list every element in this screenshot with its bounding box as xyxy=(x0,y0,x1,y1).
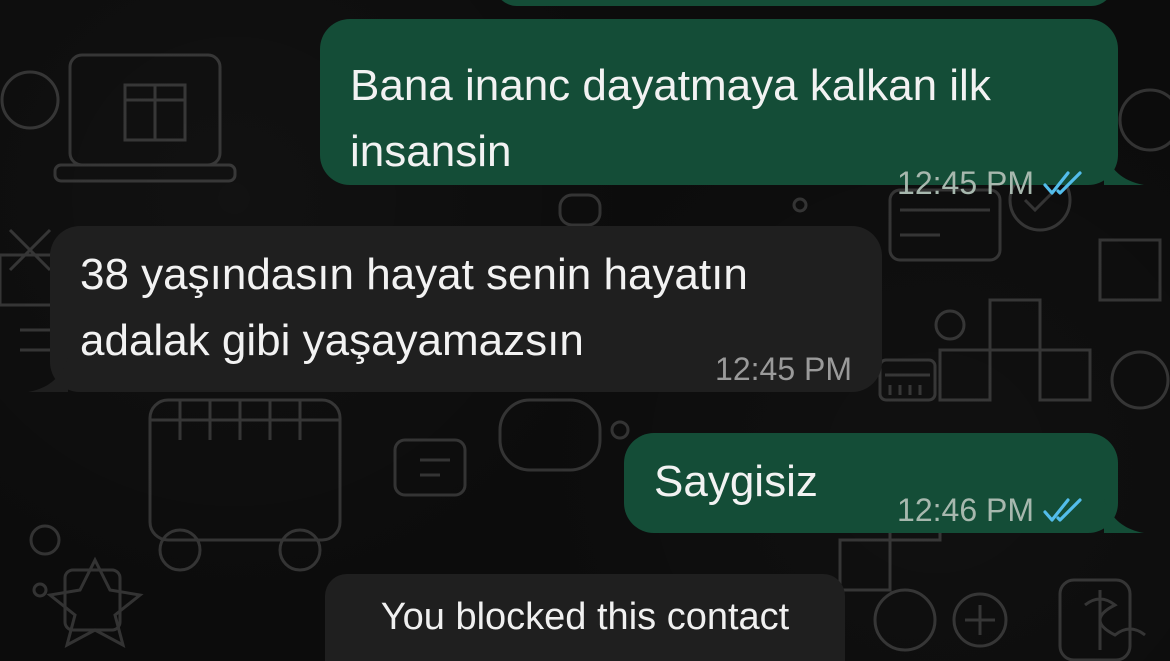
bubble-tail xyxy=(28,358,68,392)
message-bubble-outgoing[interactable]: Bana inanc dayatmaya kalkan ilk insansin… xyxy=(320,19,1144,201)
message-bubble-incoming[interactable]: 38 yaşındasın hayat senin hayatın adalak… xyxy=(28,226,882,392)
message-time: 12:45 PM xyxy=(897,165,1034,201)
message-time: 12:45 PM xyxy=(715,351,852,387)
message-time: 12:46 PM xyxy=(897,492,1034,528)
message-text-line: insansin xyxy=(350,127,512,176)
blocked-contact-notice: You blocked this contact xyxy=(325,574,845,661)
message-meta: 12:45 PM xyxy=(897,152,1088,214)
message-bubble-outgoing[interactable]: Saygisiz 12:46 PM xyxy=(624,433,1144,533)
message-meta: 12:45 PM xyxy=(715,338,852,400)
message-text-line: Bana inanc dayatmaya kalkan ilk xyxy=(350,61,991,110)
double-check-icon xyxy=(1043,498,1082,522)
bubble-tail xyxy=(1104,151,1144,185)
message-text-line: Saygisiz xyxy=(654,457,818,506)
bubble-tail xyxy=(1104,499,1144,533)
message-text-line: adalak gibi yaşayamazsın xyxy=(80,316,584,365)
blocked-contact-text: You blocked this contact xyxy=(380,596,790,638)
message-text-line: 38 yaşındasın hayat senin hayatın xyxy=(80,250,748,299)
double-check-icon xyxy=(1043,171,1082,195)
message-meta: 12:46 PM xyxy=(897,479,1088,541)
message-bubble-partial[interactable] xyxy=(494,0,1114,6)
